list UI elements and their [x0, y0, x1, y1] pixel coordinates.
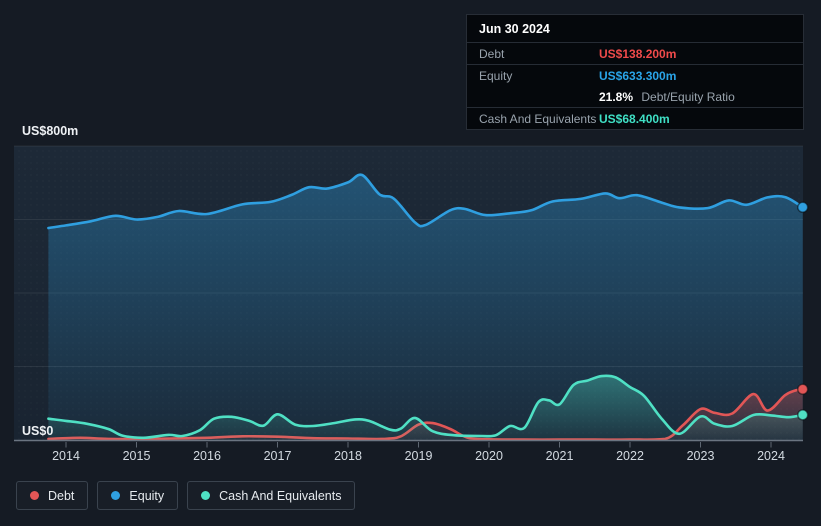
legend-item-cash[interactable]: Cash And Equivalents	[187, 481, 356, 510]
end-marker-debt	[796, 383, 809, 395]
tooltip-date: Jun 30 2024	[467, 15, 803, 43]
tooltip-ratio-row: 21.8% Debt/Equity Ratio	[467, 86, 803, 108]
legend-debt-label: Debt	[48, 488, 75, 503]
x-tick-label-2024: 2024	[757, 449, 785, 463]
y-axis-max-label: US$800m	[22, 124, 79, 138]
debt-color-dot-icon	[30, 491, 39, 500]
tooltip-debt-value: US$138.200m	[599, 47, 677, 61]
end-marker-cash-and-equivalents	[796, 409, 809, 421]
tooltip-cash-row: Cash And Equivalents US$68.400m	[467, 108, 803, 129]
tooltip-ratio-value: 21.8%	[599, 90, 634, 104]
x-tick-label-2014: 2014	[52, 449, 80, 463]
end-marker-equity	[796, 201, 809, 214]
legend-cash-label: Cash And Equivalents	[219, 488, 342, 503]
tooltip-cash-value: US$68.400m	[599, 112, 670, 126]
x-tick-label-2015: 2015	[122, 449, 151, 463]
legend-item-debt[interactable]: Debt	[16, 481, 89, 510]
x-tick-label-2019: 2019	[404, 449, 433, 463]
tooltip-debt-row: Debt US$138.200m	[467, 43, 803, 65]
tooltip-cash-label: Cash And Equivalents	[479, 112, 597, 126]
x-tick-label-2023: 2023	[686, 449, 715, 463]
x-tick-label-2020: 2020	[475, 449, 503, 463]
tooltip: Jun 30 2024 Debt US$138.200m Equity US$6…	[466, 14, 804, 130]
tooltip-debt-label: Debt	[479, 47, 505, 61]
x-tick-label-2021: 2021	[545, 449, 574, 463]
tooltip-equity-value: US$633.300m	[599, 69, 677, 83]
tooltip-equity-label: Equity	[479, 69, 513, 83]
tooltip-equity-row: Equity US$633.300m	[467, 65, 803, 86]
debt-equity-history-panel: US$800m US$0 2014 2015 2016 2017 2018 2019 202…	[0, 0, 821, 526]
cash-color-dot-icon	[201, 491, 211, 500]
legend: Debt Equity Cash And Equivalents	[16, 481, 356, 510]
legend-equity-label: Equity	[129, 488, 165, 503]
legend-item-equity[interactable]: Equity	[97, 481, 179, 510]
tooltip-ratio-label: Debt/Equity Ratio	[641, 90, 735, 104]
x-tick-label-2016: 2016	[193, 449, 221, 463]
x-tick-label-2018: 2018	[334, 449, 362, 463]
equity-color-dot-icon	[111, 491, 121, 500]
x-tick-label-2017: 2017	[263, 449, 292, 463]
y-axis-zero-label: US$0	[22, 424, 54, 438]
x-tick-label-2022: 2022	[616, 449, 644, 463]
